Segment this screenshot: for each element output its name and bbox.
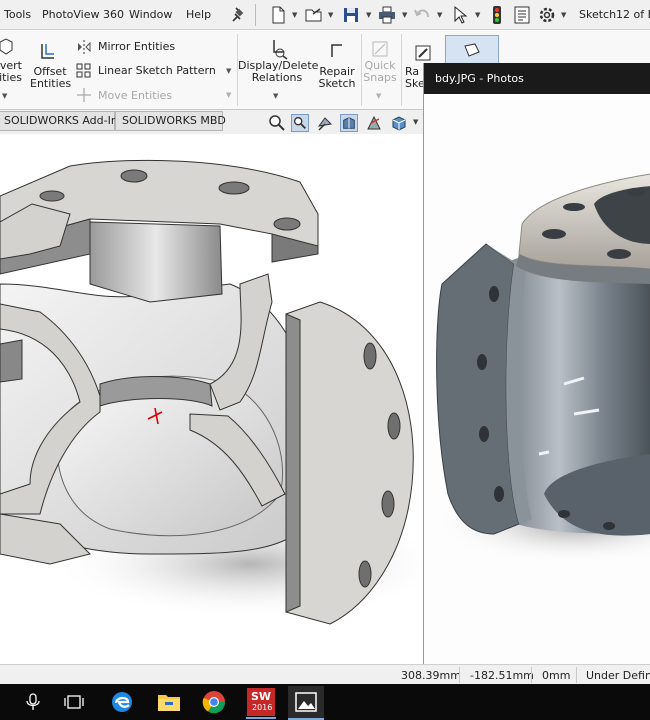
microphone-icon[interactable] (25, 693, 41, 711)
rapid-sketch-icon[interactable] (414, 44, 432, 62)
chevron-down-icon[interactable]: ▼ (413, 118, 418, 126)
graphics-area[interactable] (0, 134, 423, 664)
chrome-browser-icon[interactable] (202, 690, 226, 714)
solidworks-app-icon[interactable]: SW 2016 (247, 688, 275, 716)
tab-solidworks-addins[interactable]: SOLIDWORKS Add-Ins (0, 111, 124, 131)
file-properties-icon[interactable] (512, 5, 532, 25)
status-x-coordinate: 308.39mm (401, 669, 461, 682)
move-entities-icon (77, 88, 91, 102)
pin-icon[interactable] (229, 5, 249, 25)
task-view-icon[interactable] (63, 693, 85, 711)
move-entities-label: Move Entities (98, 89, 173, 102)
rapid-sketch-label[interactable]: Ra Ske (405, 66, 423, 90)
traffic-light-icon[interactable] (487, 5, 507, 25)
chevron-down-icon[interactable]: ▼ (328, 11, 333, 19)
status-y-coordinate: -182.51mm (470, 669, 534, 682)
previous-view-icon[interactable] (316, 114, 334, 132)
menu-tools[interactable]: Tools (4, 8, 31, 21)
photos-title-bar[interactable]: bdy.JPG - Photos (424, 63, 650, 94)
solidworks-logo-text: SW (251, 690, 272, 703)
zoom-to-fit-icon[interactable] (268, 114, 286, 132)
photos-window[interactable]: bdy.JPG - Photos (423, 63, 650, 664)
chevron-down-icon[interactable]: ▼ (366, 11, 371, 19)
photos-app-icon (295, 692, 317, 712)
select-arrow-icon[interactable] (450, 5, 470, 25)
chevron-down-icon[interactable]: ▼ (437, 11, 442, 19)
quick-snaps-icon (372, 41, 388, 57)
print-icon[interactable] (377, 5, 397, 25)
chevron-down-icon[interactable]: ▼ (273, 92, 278, 100)
status-bar: 308.39mm -182.51mm 0mm Under Define (0, 664, 650, 684)
quick-snaps-label: Quick Snaps (363, 59, 397, 84)
valve-photo (424, 94, 650, 664)
display-delete-relations-label[interactable]: Display/Delete Relations (238, 60, 318, 84)
document-title: Sketch12 of B... (579, 8, 650, 21)
instant2d-button[interactable] (445, 35, 499, 65)
windows-taskbar: SW 2016 (0, 684, 650, 720)
status-definition-state: Under Define (586, 669, 650, 682)
menu-help[interactable]: Help (186, 8, 211, 21)
chevron-down-icon[interactable]: ▼ (2, 92, 7, 100)
mirror-entities-icon[interactable] (76, 39, 92, 55)
chevron-down-icon[interactable]: ▼ (226, 67, 231, 75)
section-view-icon[interactable] (340, 114, 358, 132)
valve-body-section-model (0, 159, 423, 625)
instant2d-icon (464, 43, 480, 57)
chevron-down-icon[interactable]: ▼ (561, 11, 566, 19)
convert-entities-label[interactable]: nvert ities (0, 60, 22, 84)
linear-sketch-pattern-label[interactable]: Linear Sketch Pattern (98, 65, 216, 77)
repair-sketch-label[interactable]: Repair Sketch (318, 66, 356, 90)
zoom-to-area-icon[interactable] (291, 114, 309, 132)
open-folder-icon[interactable] (304, 5, 324, 25)
new-document-icon[interactable] (268, 5, 288, 25)
file-explorer-icon[interactable] (157, 692, 181, 712)
solidworks-version-badge: 2016 (252, 703, 273, 712)
menu-photoview360[interactable]: PhotoView 360 (42, 8, 124, 21)
chevron-down-icon[interactable]: ▼ (402, 11, 407, 19)
display-relations-icon[interactable] (266, 38, 288, 60)
chevron-down-icon: ▼ (226, 91, 232, 99)
linear-pattern-icon[interactable] (76, 63, 92, 79)
menu-window[interactable]: Window (129, 8, 172, 21)
tab-solidworks-mbd[interactable]: SOLIDWORKS MBD (115, 111, 226, 131)
view-orientation-icon[interactable] (365, 114, 383, 132)
save-icon[interactable] (341, 5, 361, 25)
offset-entities-label[interactable]: Offset Entities (30, 66, 71, 90)
undo-icon[interactable] (413, 5, 433, 25)
photos-app-taskbar-button[interactable] (288, 686, 324, 720)
photos-window-title: bdy.JPG - Photos (435, 72, 524, 85)
offset-entities-icon[interactable] (38, 41, 58, 61)
display-style-icon[interactable] (390, 114, 408, 132)
status-z-coordinate: 0mm (542, 669, 571, 682)
chevron-down-icon[interactable]: ▼ (292, 11, 297, 19)
edge-browser-icon[interactable] (110, 690, 134, 714)
menu-bar: Tools PhotoView 360 Window Help ▼ ▼ ▼ ▼ … (0, 0, 650, 30)
convert-entities-icon[interactable] (0, 38, 14, 56)
chevron-down-icon: ▼ (376, 92, 382, 100)
gear-icon[interactable] (537, 5, 557, 25)
mirror-entities-label[interactable]: Mirror Entities (98, 41, 175, 53)
repair-sketch-icon[interactable] (328, 42, 346, 60)
chevron-down-icon[interactable]: ▼ (475, 11, 480, 19)
